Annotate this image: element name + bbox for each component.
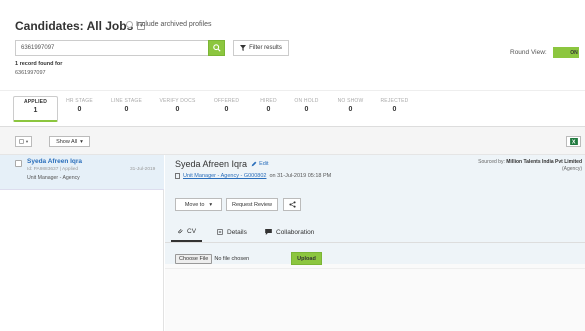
- no-file-text: No file chosen: [214, 255, 250, 262]
- stage-on-hold[interactable]: ON HOLD 0: [284, 98, 329, 113]
- stage-applied[interactable]: APPLIED 1: [13, 96, 58, 122]
- stage-verify-docs[interactable]: VERIFY DOCS 0: [155, 98, 200, 113]
- select-all-dropdown[interactable]: ▾: [15, 136, 32, 147]
- sourced-by-agency: Million Talents India Pvt Limited: [506, 159, 582, 165]
- include-archived-option[interactable]: Include archived profiles: [126, 21, 212, 28]
- job-info: Unit Manager - Agency - G000802 on 31-Ju…: [175, 173, 331, 179]
- export-excel-button[interactable]: X: [566, 136, 581, 147]
- candidate-name[interactable]: Syeda Afreen Iqra: [27, 158, 82, 165]
- document-icon: [175, 173, 180, 179]
- stage-hr[interactable]: HR STAGE 0: [57, 98, 102, 113]
- upload-label: Upload: [297, 255, 316, 262]
- candidate-role: Unit Manager - Agency: [27, 175, 80, 181]
- include-archived-checkbox[interactable]: [126, 21, 133, 28]
- share-icon: [288, 201, 296, 208]
- chevron-down-icon: ▾: [80, 138, 83, 145]
- include-archived-label: Include archived profiles: [136, 21, 212, 28]
- stage-rejected[interactable]: REJECTED 0: [372, 98, 417, 113]
- candidate-checkbox[interactable]: [15, 160, 22, 167]
- stage-count: 0: [348, 106, 353, 113]
- stage-line[interactable]: LINE STAGE 0: [104, 98, 149, 113]
- tab-cv-label: CV: [187, 227, 197, 235]
- search-icon: [212, 44, 221, 52]
- stage-count: 1: [33, 107, 38, 114]
- stage-count: 0: [175, 106, 180, 113]
- tab-cv[interactable]: CV: [171, 222, 203, 242]
- records-found-text: 1 record found for: [15, 61, 63, 67]
- filter-results-label: Filter results: [249, 45, 282, 51]
- stage-no-show[interactable]: NO SHOW 0: [328, 98, 373, 113]
- tabs-divider: [165, 242, 585, 243]
- stage-count: 0: [77, 106, 82, 113]
- show-all-label: Show All: [56, 138, 78, 145]
- detail-tabs: CV Details Collaboration: [165, 222, 585, 242]
- stage-label: HR STAGE: [66, 98, 93, 104]
- request-review-label: Request Review: [231, 201, 273, 208]
- select-all-checkbox[interactable]: [18, 139, 24, 144]
- edit-label: Edit: [259, 161, 269, 167]
- candidate-id-status: Id: PA9883637 | Applied: [27, 167, 79, 172]
- tab-details[interactable]: Details: [211, 222, 253, 242]
- tab-details-label: Details: [227, 228, 247, 236]
- svg-text:X: X: [571, 139, 575, 145]
- stage-label: REJECTED: [380, 98, 409, 104]
- stage-bar: APPLIED 1 HR STAGE 0 LINE STAGE 0 VERIFY…: [0, 90, 585, 127]
- stage-count: 0: [304, 106, 309, 113]
- detail-candidate-name: Syeda Afreen Iqra: [175, 159, 248, 169]
- chevron-down-icon: ▾: [209, 201, 213, 208]
- round-view-label: Round View:: [510, 49, 547, 56]
- upload-button[interactable]: Upload: [291, 252, 322, 265]
- cv-content-area: [165, 268, 585, 331]
- tab-collaboration-label: Collaboration: [276, 228, 315, 236]
- search-input[interactable]: 6361997097: [15, 40, 210, 56]
- chevron-down-icon: ▾: [25, 138, 29, 144]
- stage-label: OFFERED: [213, 98, 240, 104]
- comment-icon: [265, 229, 272, 235]
- job-link[interactable]: Unit Manager - Agency - G000802: [183, 173, 266, 179]
- stage-label: NO SHOW: [337, 98, 364, 104]
- show-all-dropdown[interactable]: Show All ▾: [49, 136, 90, 147]
- pencil-icon: [251, 161, 257, 167]
- filter-results-button[interactable]: Filter results: [233, 40, 289, 56]
- candidate-date: 31-Jul-2019: [130, 167, 156, 172]
- choose-file-button[interactable]: Choose File: [175, 253, 213, 264]
- move-to-dropdown[interactable]: Move to ▾: [175, 198, 222, 211]
- stage-offered[interactable]: OFFERED 0: [204, 98, 249, 113]
- tab-collaboration[interactable]: Collaboration: [259, 222, 320, 242]
- details-icon: [217, 229, 223, 235]
- job-date: on 31-Jul-2019 05:18 PM: [269, 173, 332, 179]
- sourced-by: Sourced by: Million Talents India Pvt Li…: [420, 159, 582, 165]
- search-button[interactable]: [208, 40, 225, 56]
- stage-label: LINE STAGE: [110, 98, 143, 104]
- round-view-toggle-label: ON: [570, 49, 578, 56]
- sourced-type: (Agency): [561, 166, 582, 172]
- stage-count: 0: [392, 106, 397, 113]
- detail-candidate-name-row: Syeda Afreen Iqra Edit: [175, 159, 269, 169]
- stage-count: 0: [124, 106, 129, 113]
- request-review-button[interactable]: Request Review: [226, 198, 278, 211]
- sourced-by-prefix: Sourced by:: [478, 159, 505, 165]
- stage-label: APPLIED: [23, 99, 48, 105]
- edit-link[interactable]: Edit: [251, 161, 269, 167]
- filter-icon: [240, 45, 247, 51]
- round-view-toggle[interactable]: ON: [552, 47, 579, 58]
- stage-label: VERIFY DOCS: [159, 98, 196, 104]
- round-view: Round View: ON: [510, 47, 579, 58]
- paperclip-icon: [178, 228, 183, 234]
- stage-label: ON HOLD: [294, 98, 319, 104]
- records-query: 6361997097: [15, 70, 46, 76]
- file-picker[interactable]: Choose File No file chosen: [175, 253, 249, 264]
- move-to-label: Move to: [184, 201, 205, 208]
- excel-icon: X: [569, 138, 578, 145]
- page-title-text: Candidates: All Jobs: [15, 19, 134, 33]
- stage-count: 0: [224, 106, 229, 113]
- share-button[interactable]: [283, 198, 301, 211]
